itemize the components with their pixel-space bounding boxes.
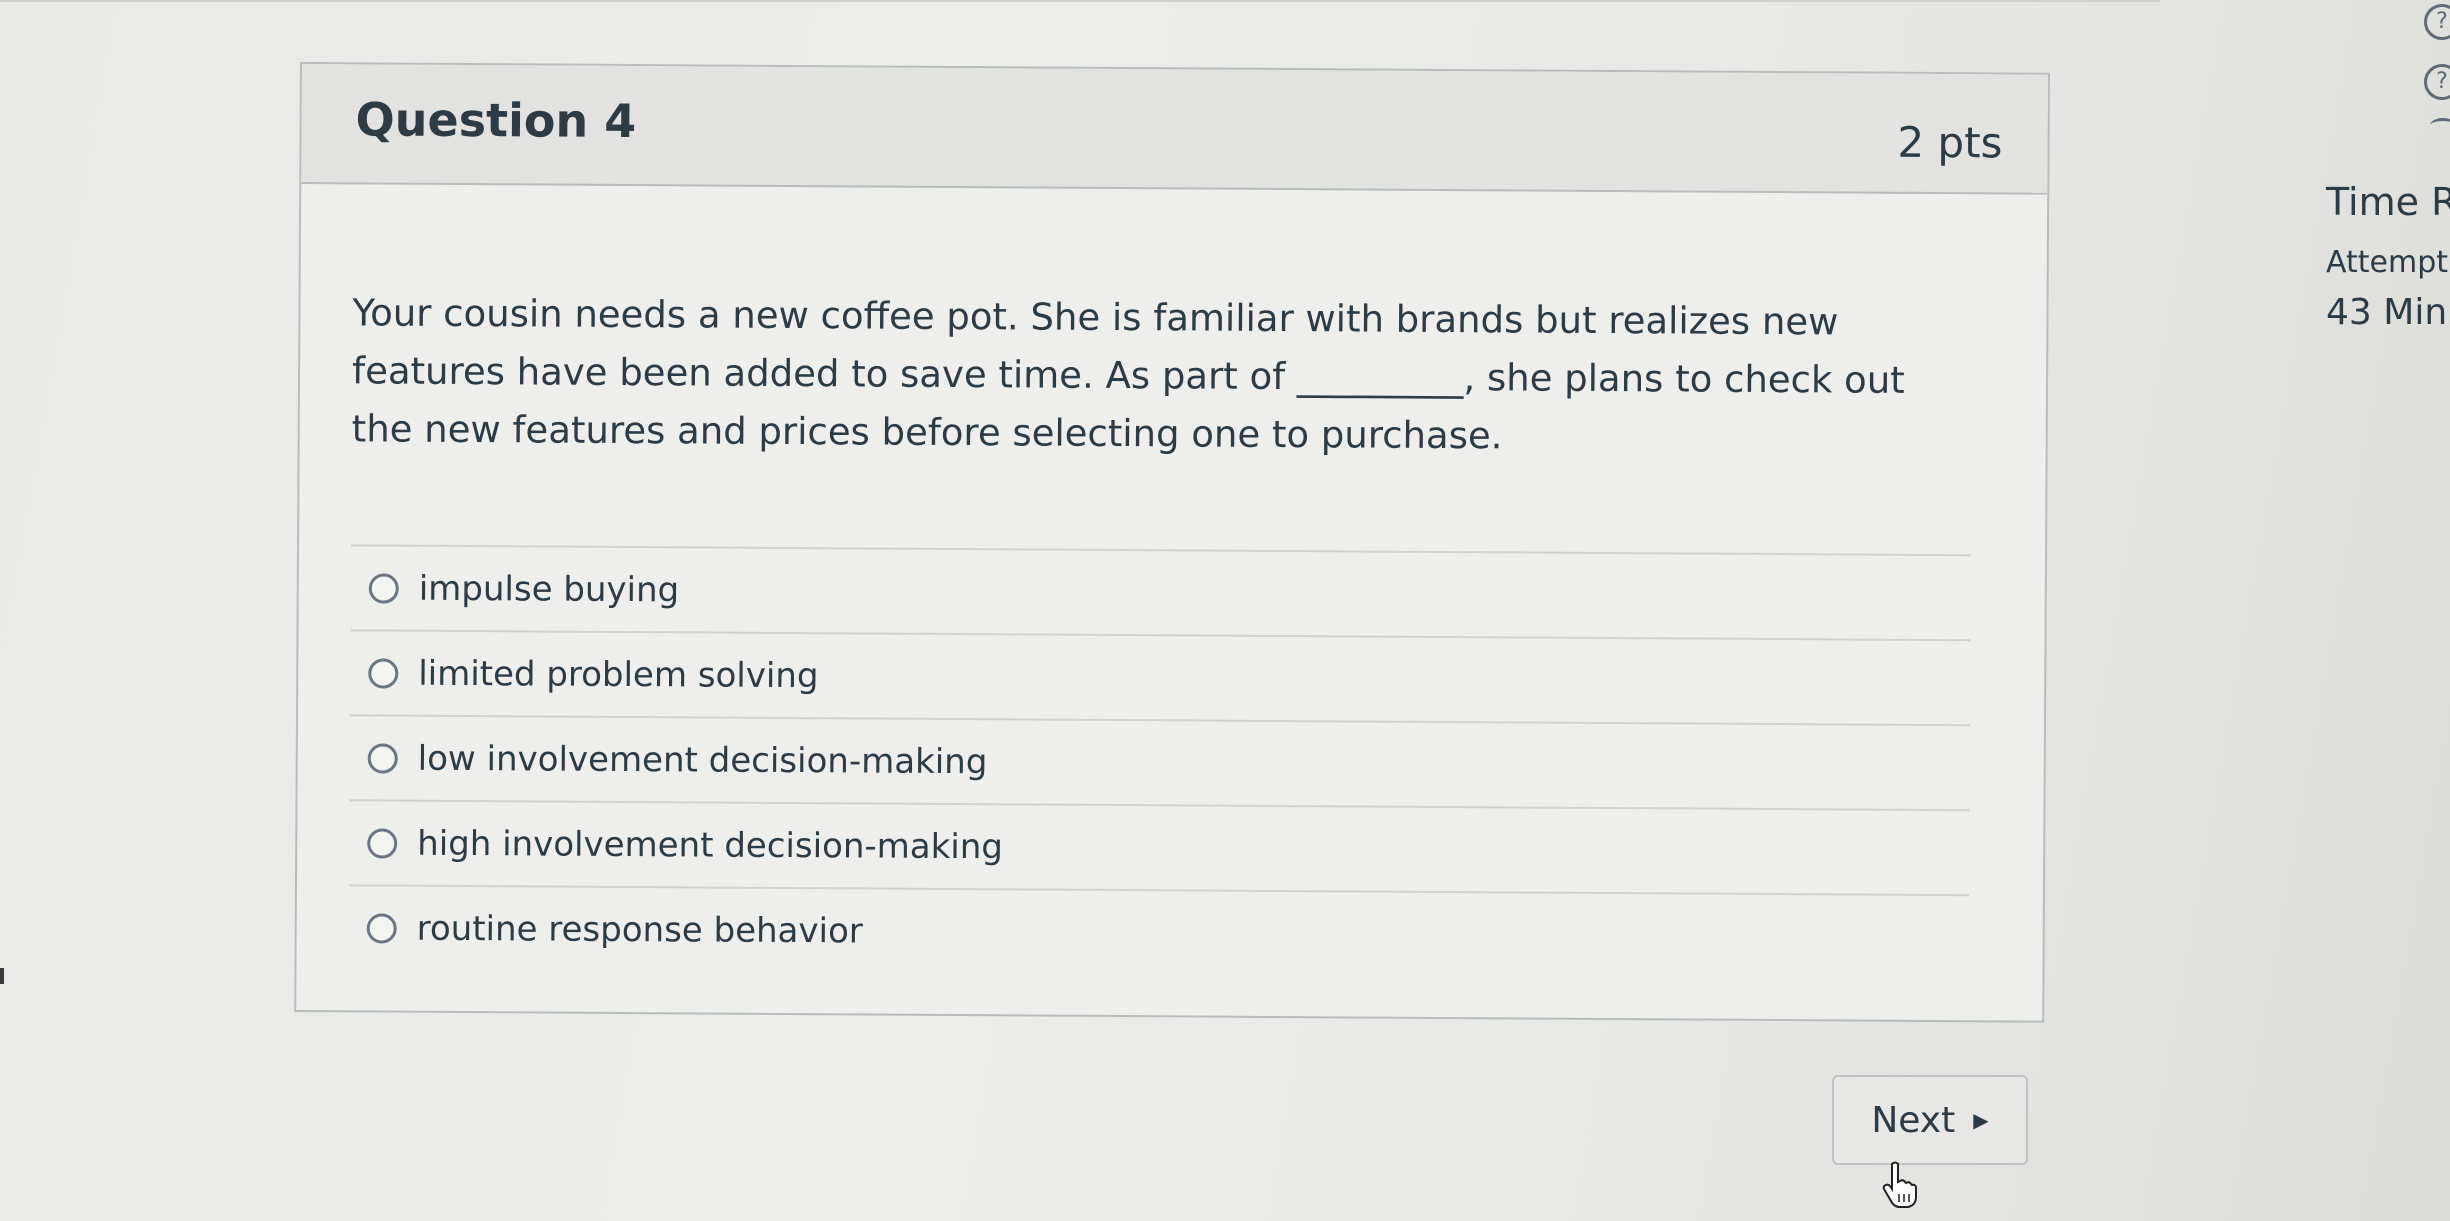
answer-label: high involvement decision-making bbox=[417, 823, 1004, 867]
minutes-remaining: 43 Minu bbox=[2326, 292, 2450, 333]
radio-button[interactable] bbox=[367, 742, 398, 774]
answer-option-impulse-buying[interactable]: impulse buying bbox=[350, 546, 1972, 642]
radio-button[interactable] bbox=[368, 657, 399, 689]
attempt-due-label: Attempt c bbox=[2326, 245, 2450, 280]
partial-icon bbox=[2430, 118, 2450, 133]
answer-option-limited-problem-solving[interactable]: limited problem solving bbox=[350, 631, 1971, 727]
radio-button[interactable] bbox=[367, 827, 398, 859]
question-points: 2 pts bbox=[1897, 117, 2003, 168]
answer-label: routine response behavior bbox=[416, 908, 863, 951]
answer-option-high-involvement[interactable]: high involvement decision-making bbox=[348, 801, 1970, 897]
radio-button[interactable] bbox=[368, 572, 399, 604]
next-button[interactable]: Next ▶ bbox=[1832, 1075, 2028, 1165]
left-edge-mark bbox=[0, 968, 4, 984]
answer-label: impulse buying bbox=[418, 568, 680, 610]
answer-label: low involvement decision-making bbox=[417, 738, 988, 782]
question-title: Question 4 bbox=[355, 92, 637, 149]
help-icon[interactable]: ? bbox=[2424, 4, 2450, 40]
caret-right-icon: ▶ bbox=[1973, 1108, 1989, 1132]
right-sidebar: ? ? Time Ru Attempt c 43 Minu bbox=[2300, 0, 2450, 1221]
answer-list: impulse buying limited problem solving l… bbox=[348, 544, 1972, 980]
answer-label: limited problem solving bbox=[418, 653, 819, 696]
answer-option-routine-response[interactable]: routine response behavior bbox=[348, 886, 1968, 979]
page-top-divider bbox=[0, 0, 2160, 2]
next-button-label: Next bbox=[1871, 1099, 1956, 1141]
question-text: Your cousin needs a new coffee pot. She … bbox=[351, 291, 1905, 458]
answer-option-low-involvement[interactable]: low involvement decision-making bbox=[349, 716, 1970, 812]
question-card: Question 4 2 pts Your cousin needs a new… bbox=[294, 62, 2050, 1023]
help-icon[interactable]: ? bbox=[2424, 64, 2450, 100]
hand-cursor-icon bbox=[1882, 1161, 1917, 1208]
radio-button[interactable] bbox=[366, 912, 397, 944]
question-header: Question 4 2 pts bbox=[301, 64, 2048, 195]
time-running-label: Time Ru bbox=[2326, 180, 2450, 224]
